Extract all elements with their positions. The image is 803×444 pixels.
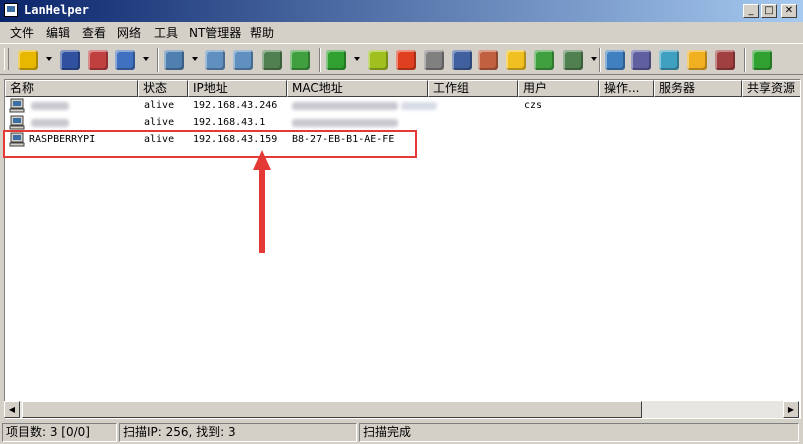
list-header: 名称 状态 IP地址 MAC地址 工作组 用户 操作... 服务器 共享资源 xyxy=(5,80,800,97)
redacted-mac xyxy=(292,119,398,127)
menu-file[interactable]: 文件 xyxy=(10,24,34,41)
col-user[interactable]: 用户 xyxy=(518,80,599,97)
dropdown-arrow-icon[interactable] xyxy=(192,57,198,61)
horizontal-scrollbar[interactable]: ◀ ▶ xyxy=(4,401,799,418)
col-workgroup[interactable]: 工作组 xyxy=(428,80,518,97)
settings-gear-icon[interactable] xyxy=(631,50,651,70)
dropdown-arrow-icon[interactable] xyxy=(591,57,597,61)
ip-cell: 192.168.43.1 xyxy=(193,117,266,128)
menu-view[interactable]: 查看 xyxy=(82,24,106,41)
processes-icon[interactable] xyxy=(563,50,583,70)
col-os[interactable]: 操作... xyxy=(599,80,654,97)
col-mac[interactable]: MAC地址 xyxy=(287,80,428,97)
status-cell: alive xyxy=(144,100,175,111)
toolbar-separator xyxy=(157,48,159,72)
ip-cell: 192.168.43.246 xyxy=(193,100,278,111)
computer-icon xyxy=(9,98,25,113)
message-icon[interactable] xyxy=(605,50,625,70)
maximize-button[interactable]: □ xyxy=(761,4,777,18)
toolbar-separator xyxy=(319,48,321,72)
network-share-icon[interactable] xyxy=(262,50,282,70)
redacted-name xyxy=(31,119,69,127)
col-server[interactable]: 服务器 xyxy=(654,80,742,97)
scroll-left-button[interactable]: ◀ xyxy=(4,401,20,418)
user-manager-icon[interactable] xyxy=(715,50,735,70)
delete-icon[interactable] xyxy=(88,50,108,70)
status-cell: alive xyxy=(144,117,175,128)
wake-on-lan-icon[interactable] xyxy=(368,50,388,70)
col-status[interactable]: 状态 xyxy=(138,80,188,97)
toolbar-separator xyxy=(744,48,746,72)
toolbar-separator xyxy=(599,48,601,72)
redacted-name xyxy=(31,102,69,110)
dice-icon[interactable] xyxy=(424,50,444,70)
redacted-workgroup xyxy=(401,102,437,110)
annotation-arrow xyxy=(259,168,265,253)
close-button[interactable]: ✕ xyxy=(781,4,797,18)
toolbar xyxy=(0,43,803,75)
status-bar: 项目数: 3 [0/0] 扫描IP: 256, 找到: 3 扫描完成 xyxy=(0,421,803,444)
info-icon[interactable] xyxy=(452,50,472,70)
scroll-thumb[interactable] xyxy=(22,401,642,418)
menu-bar: 文件 编辑 查看 网络 工具 NT管理器 帮助 xyxy=(0,22,803,42)
table-row[interactable]: alive 192.168.43.246 czs xyxy=(5,97,800,114)
window-title: LanHelper xyxy=(24,3,90,17)
col-name[interactable]: 名称 xyxy=(5,80,138,97)
computer-icon xyxy=(9,115,25,130)
key-login-icon[interactable] xyxy=(752,50,772,70)
status-item-count: 项目数: 3 [0/0] xyxy=(2,423,117,442)
dropdown-arrow-icon[interactable] xyxy=(354,57,360,61)
status-scan-info: 扫描IP: 256, 找到: 3 xyxy=(119,423,357,442)
scan-network-icon[interactable] xyxy=(164,50,184,70)
title-bar[interactable]: LanHelper _ □ ✕ xyxy=(0,0,803,22)
status-scan-state: 扫描完成 xyxy=(359,423,799,442)
network-computers-icon[interactable] xyxy=(233,50,253,70)
annotation-box xyxy=(3,130,417,158)
col-shares[interactable]: 共享资源 xyxy=(742,80,800,97)
computer-find-icon[interactable] xyxy=(205,50,225,70)
users-icon[interactable] xyxy=(478,50,498,70)
annotation-arrow-head xyxy=(253,150,271,170)
menu-help[interactable]: 帮助 xyxy=(250,24,274,41)
user-cell: czs xyxy=(524,100,543,111)
open-folder-icon[interactable] xyxy=(18,50,38,70)
services-icon[interactable] xyxy=(534,50,554,70)
app-icon[interactable] xyxy=(4,3,18,17)
open-share-icon[interactable] xyxy=(687,50,707,70)
minimize-button[interactable]: _ xyxy=(743,4,759,18)
save-icon[interactable] xyxy=(60,50,80,70)
dropdown-arrow-icon[interactable] xyxy=(143,57,149,61)
menu-network[interactable]: 网络 xyxy=(117,24,141,41)
filter-icon[interactable] xyxy=(115,50,135,70)
shutdown-icon[interactable] xyxy=(396,50,416,70)
share-folder-icon[interactable] xyxy=(659,50,679,70)
col-ip[interactable]: IP地址 xyxy=(188,80,287,97)
add-computer-icon[interactable] xyxy=(290,50,310,70)
scroll-right-button[interactable]: ▶ xyxy=(783,401,799,418)
dropdown-arrow-icon[interactable] xyxy=(46,57,52,61)
redacted-mac xyxy=(292,102,398,110)
menu-edit[interactable]: 编辑 xyxy=(46,24,70,41)
menu-tools[interactable]: 工具 xyxy=(154,24,178,41)
menu-nt-manager[interactable]: NT管理器 xyxy=(189,24,241,41)
refresh-icon[interactable] xyxy=(326,50,346,70)
folder-icon[interactable] xyxy=(506,50,526,70)
toolbar-grip[interactable] xyxy=(4,48,9,70)
table-row[interactable]: alive 192.168.43.1 xyxy=(5,114,800,131)
